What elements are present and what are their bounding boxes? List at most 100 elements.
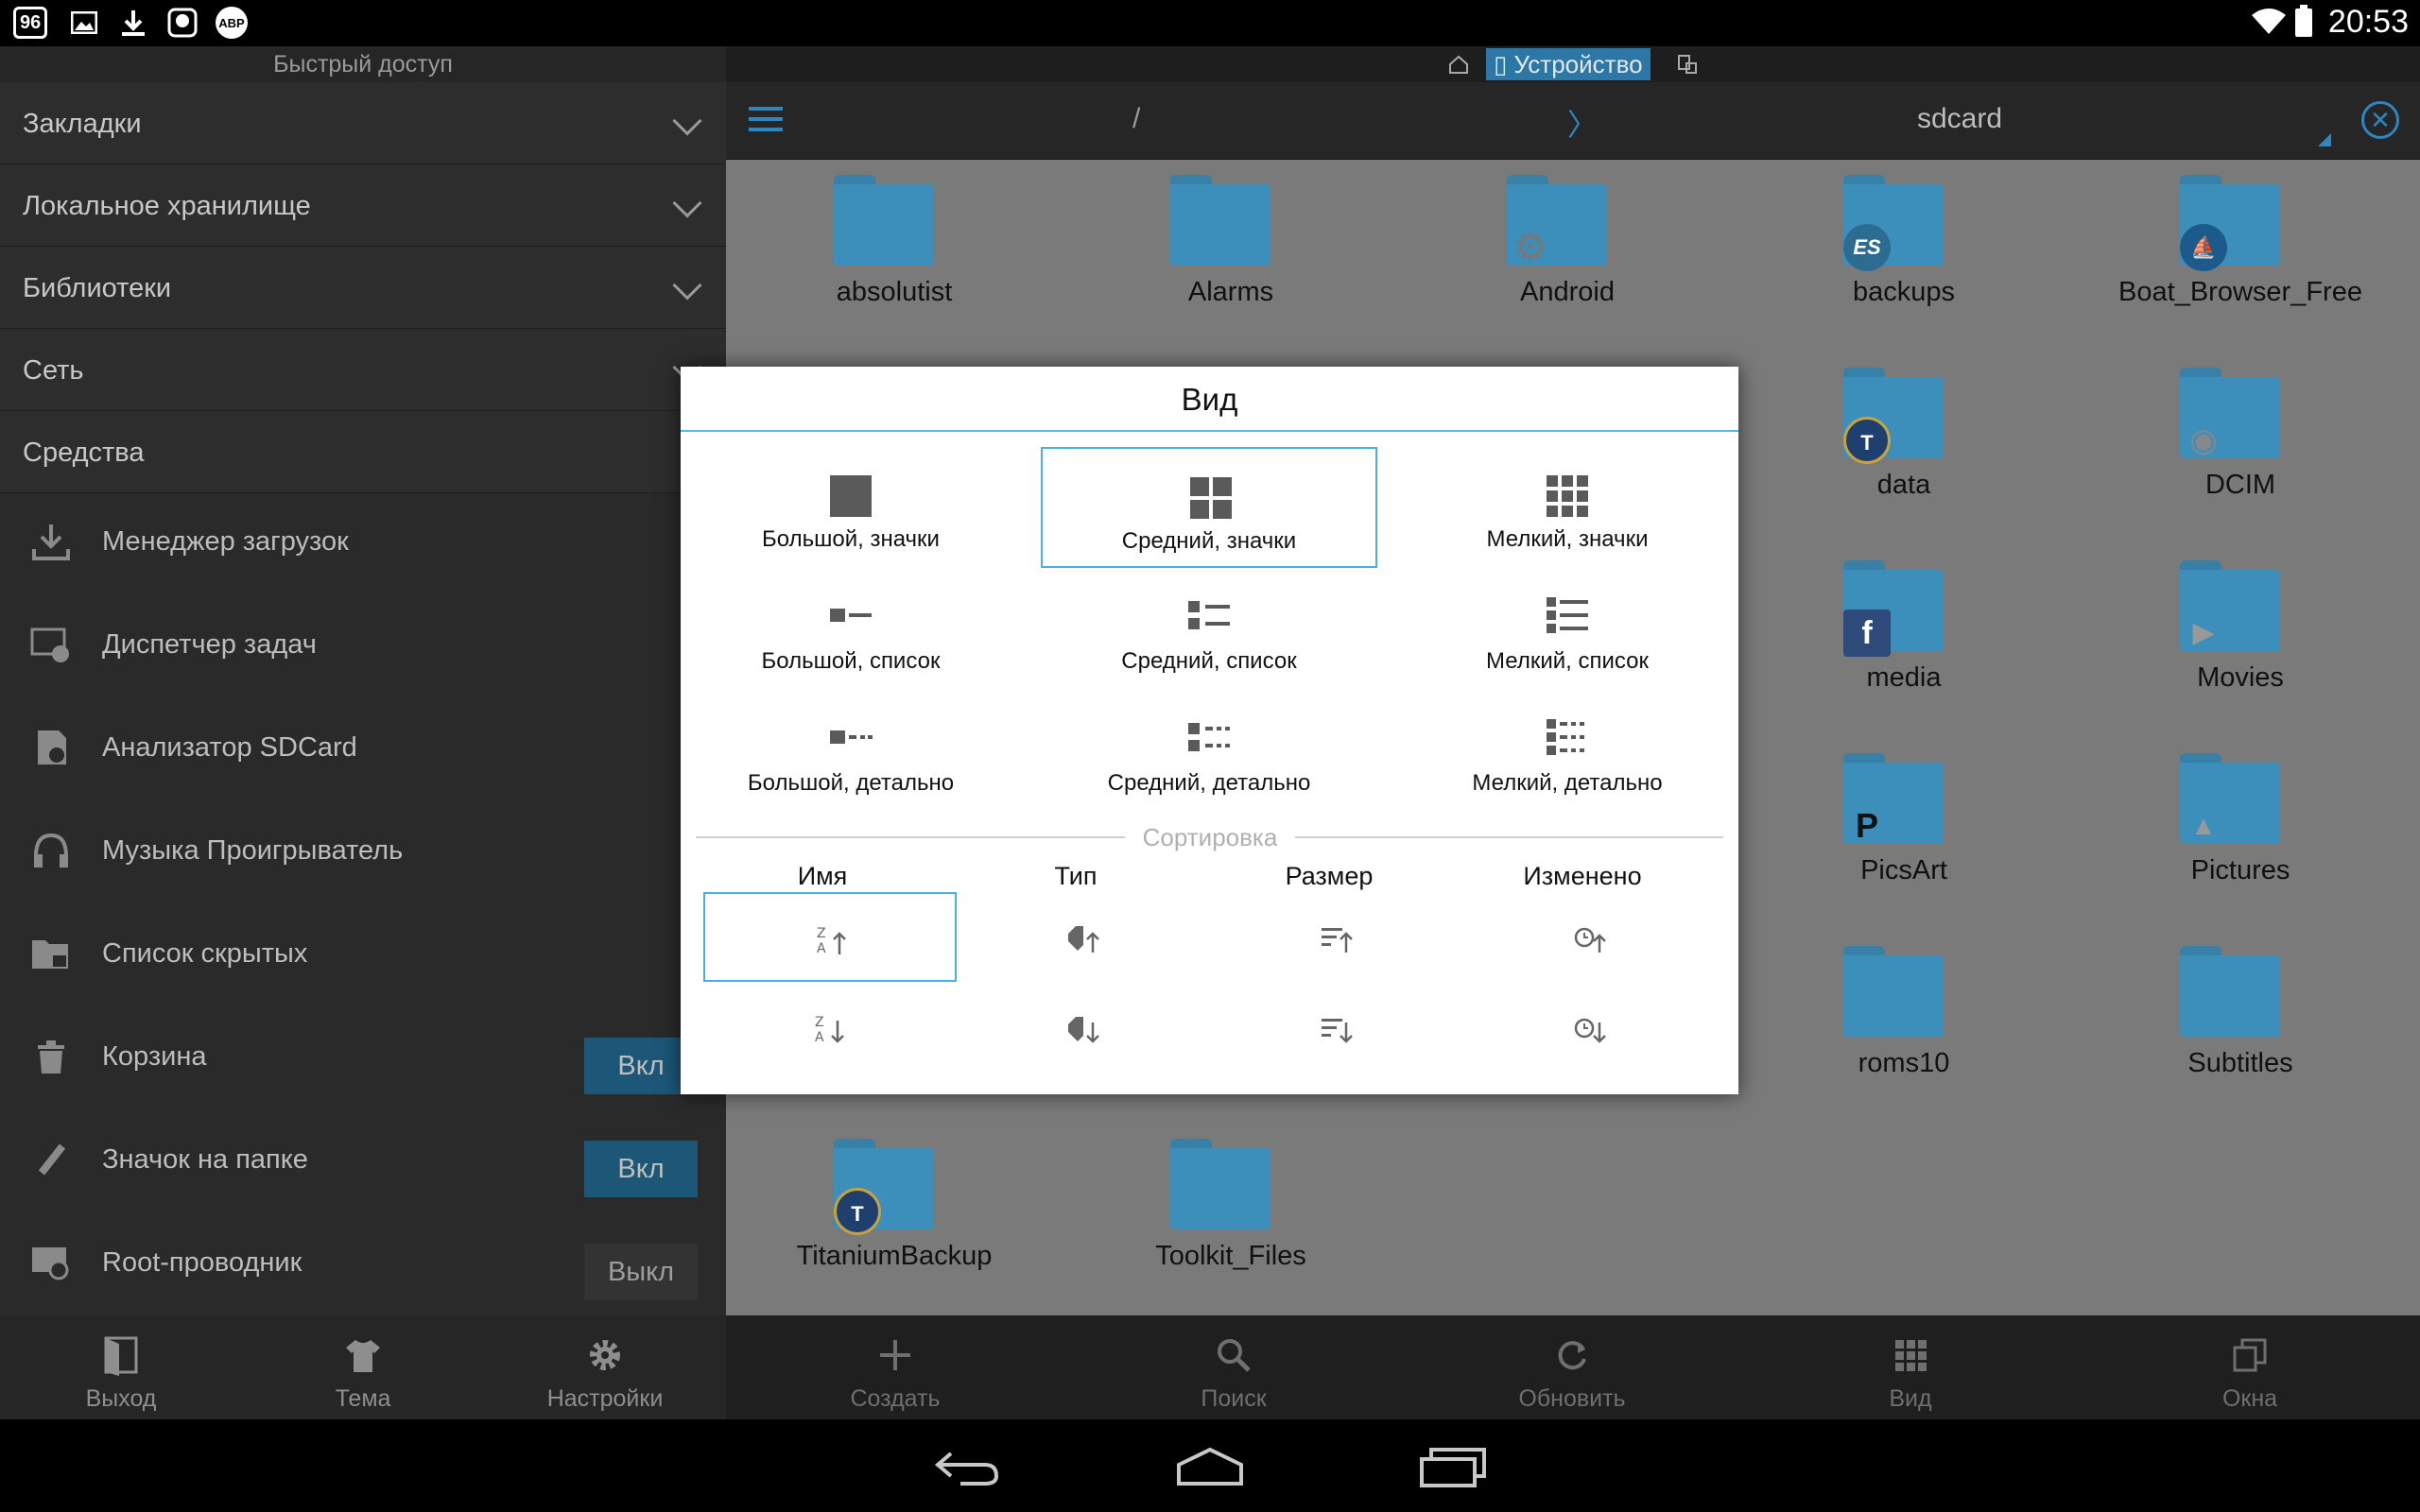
abp-icon: ABP — [216, 7, 248, 39]
view-option-medium-icons[interactable]: Средний, значки — [1041, 447, 1377, 568]
close-icon[interactable]: ✕ — [2361, 101, 2399, 139]
view-option-large-icons[interactable]: Большой, значки — [683, 447, 1019, 568]
medium-detail-icon — [1188, 723, 1230, 751]
folder-subtitles[interactable]: Subtitles — [2072, 942, 2356, 1084]
view-option-medium-detail[interactable]: Средний, детально — [1041, 691, 1377, 812]
device-bar: ▯ Устройство — [726, 46, 2420, 82]
back-icon[interactable] — [932, 1446, 1002, 1487]
section-label: Закладки — [23, 109, 142, 139]
sort-modified-desc-button[interactable] — [1463, 983, 1717, 1073]
sort-type-desc-button[interactable] — [957, 983, 1210, 1073]
folder-boat-browser[interactable]: ⛵ Boat_Browser_Free — [2072, 171, 2362, 313]
create-button[interactable]: Создать — [726, 1315, 1064, 1419]
view-option-label: Средний, значки — [1121, 528, 1297, 554]
folder-backups[interactable]: ES backups — [1736, 171, 2019, 313]
sort-name-asc-button[interactable]: ZA — [703, 892, 957, 982]
tool-music-player[interactable]: Музыка Проигрыватель — [0, 801, 726, 904]
tool-task-manager[interactable]: Диспетчер задач — [0, 595, 726, 698]
folder-roms10[interactable]: roms10 — [1736, 942, 2019, 1084]
view-option-small-icons[interactable]: Мелкий, значки — [1399, 447, 1736, 568]
folder-alarms[interactable]: Alarms — [1063, 171, 1346, 313]
home-icon[interactable] — [1448, 54, 1469, 75]
section-tools[interactable]: Средства — [0, 411, 726, 493]
folder-android[interactable]: ⚙ Android — [1399, 171, 1683, 313]
svg-text:Z: Z — [817, 926, 826, 941]
facebook-icon: f — [1843, 610, 1891, 657]
section-bookmarks[interactable]: Закладки — [0, 82, 726, 164]
path-bar: / 〉 sdcard ✕ — [726, 82, 2420, 160]
gear-icon — [590, 1340, 620, 1370]
section-network[interactable]: Сеть — [0, 329, 726, 411]
sort-size-desc-icon — [1322, 1019, 1353, 1043]
search-button[interactable]: Поиск — [1064, 1315, 1403, 1419]
picture-icon: ▲ — [2190, 811, 2217, 840]
theme-button[interactable]: Тема — [242, 1315, 484, 1419]
section-local-storage[interactable]: Локальное хранилище — [0, 164, 726, 247]
folder-data[interactable]: T data — [1736, 364, 2019, 506]
tool-folder-icon[interactable]: Значок на папке Вкл — [0, 1110, 726, 1213]
folder-media[interactable]: f media — [1736, 557, 2019, 698]
picsart-icon: P — [1855, 806, 1878, 845]
tool-root-explorer[interactable]: Root-проводник Выкл — [0, 1213, 726, 1316]
folder-name: Boat_Browser_Free — [2118, 277, 2362, 307]
folder-icon-toggle[interactable]: Вкл — [584, 1141, 698, 1197]
folder-toolkit-files[interactable]: Toolkit_Files — [1063, 1135, 1346, 1277]
view-option-medium-list[interactable]: Средний, список — [1041, 569, 1377, 690]
quick-access-panel: Быстрый доступ Закладки Локальное хранил… — [0, 46, 726, 1315]
folder-picsart[interactable]: P PicsArt — [1736, 749, 2019, 891]
tool-download-manager[interactable]: Менеджер загрузок — [0, 492, 726, 595]
es-icon: ES — [1843, 224, 1891, 271]
sort-modified-asc-icon — [1574, 927, 1606, 953]
tool-hidden-list[interactable]: Список скрытых — [0, 904, 726, 1007]
dropdown-corner-icon[interactable] — [2318, 133, 2331, 146]
folder-pictures[interactable]: ▲ Pictures — [2072, 749, 2356, 891]
exit-button[interactable]: Выход — [0, 1315, 242, 1419]
breadcrumb-separator: 〉 — [1567, 108, 1599, 142]
menu-icon[interactable] — [749, 107, 783, 133]
view-option-label: Мелкий, список — [1486, 648, 1649, 674]
sort-size-asc-icon — [1322, 928, 1353, 953]
quick-access-title: Быстрый доступ — [0, 46, 726, 82]
root-explorer-toggle[interactable]: Выкл — [584, 1244, 698, 1300]
refresh-button[interactable]: Обновить — [1403, 1315, 1741, 1419]
folder-titaniumbackup[interactable]: T TitaniumBackup — [726, 1135, 1010, 1277]
section-label: Библиотеки — [23, 273, 172, 303]
network-tab-icon[interactable] — [1677, 54, 1698, 75]
recent-apps-icon[interactable] — [1418, 1446, 1488, 1487]
view-option-large-detail[interactable]: Большой, детально — [683, 691, 1019, 812]
windows-button[interactable]: Окна — [2080, 1315, 2420, 1419]
view-button[interactable]: Вид — [1741, 1315, 2080, 1419]
folder-dcim[interactable]: ◉ DCIM — [2072, 364, 2356, 506]
view-option-label: Мелкий, значки — [1486, 526, 1649, 552]
windows-icon — [2233, 1338, 2267, 1372]
section-libraries[interactable]: Библиотеки — [0, 247, 726, 329]
tool-sdcard-analyzer[interactable]: Анализатор SDCard — [0, 698, 726, 801]
view-option-label: Средний, список — [1121, 648, 1297, 674]
view-option-small-detail[interactable]: Мелкий, детально — [1399, 691, 1736, 812]
sort-column-type: Тип — [1054, 862, 1098, 890]
folder-name: Pictures — [2190, 855, 2290, 885]
sort-size-desc-button[interactable] — [1210, 983, 1463, 1073]
settings-button[interactable]: Настройки — [484, 1315, 726, 1419]
plus-icon — [880, 1340, 910, 1370]
sort-type-asc-button[interactable] — [957, 892, 1210, 982]
camera-icon: ◉ — [2189, 422, 2218, 458]
folder-movies[interactable]: ▶ Movies — [2072, 557, 2356, 698]
breadcrumb-sdcard[interactable]: sdcard — [1917, 103, 2002, 135]
home-icon[interactable] — [1175, 1446, 1245, 1487]
breadcrumb-root[interactable]: / — [1132, 103, 1140, 135]
wifi-icon — [2252, 9, 2286, 34]
sort-name-desc-button[interactable]: ZA — [703, 983, 957, 1073]
folder-name: PicsArt — [1860, 855, 1947, 885]
view-option-large-list[interactable]: Большой, список — [683, 569, 1019, 690]
tab-device[interactable]: ▯ Устройство — [1486, 48, 1651, 80]
view-option-small-list[interactable]: Мелкий, список — [1399, 569, 1736, 690]
download-icon — [119, 7, 147, 39]
sort-modified-asc-button[interactable] — [1463, 892, 1717, 982]
folder-absolutist[interactable]: absolutist — [726, 171, 1010, 313]
view-option-label: Мелкий, детально — [1472, 770, 1663, 796]
svg-text:A: A — [815, 1030, 824, 1045]
tool-recycle-bin[interactable]: Корзина Вкл — [0, 1007, 726, 1110]
sort-size-asc-button[interactable] — [1210, 892, 1463, 982]
exit-icon — [104, 1336, 138, 1376]
